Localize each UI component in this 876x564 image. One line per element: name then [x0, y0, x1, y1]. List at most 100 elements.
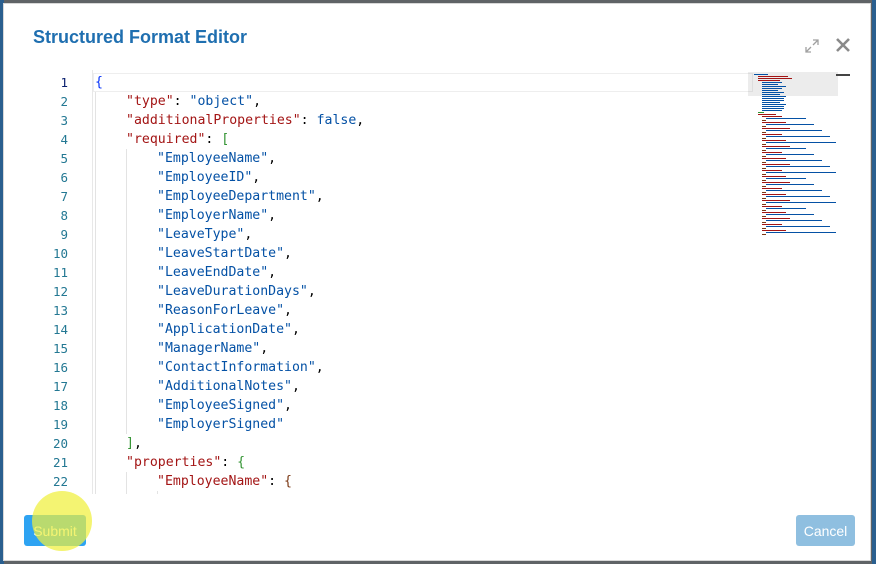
line-number: 11	[52, 265, 68, 280]
minimap-stroke	[766, 124, 814, 125]
minimap-stroke	[762, 218, 790, 219]
indent-guide	[95, 149, 96, 168]
minimap-stroke	[766, 142, 836, 143]
code-token: ,	[291, 379, 300, 394]
expand-icon[interactable]	[804, 38, 820, 54]
code-token: {	[95, 75, 103, 90]
code-token: ,	[356, 113, 365, 128]
structured-format-editor-dialog: Structured Format Editor 1 2 3 4 5 6 7 8 9 10 11 12…	[3, 3, 871, 561]
indent-guide	[126, 244, 127, 263]
indent-guide	[126, 206, 127, 225]
indent-guide	[95, 320, 96, 339]
line-number: 7	[60, 189, 68, 204]
line-number: 20	[52, 436, 68, 451]
minimap-stroke	[766, 220, 822, 221]
cancel-button[interactable]: Cancel	[796, 515, 855, 546]
minimap-stroke	[762, 206, 782, 207]
minimap-stroke	[762, 188, 782, 189]
indent-guide	[95, 168, 96, 187]
code-line: "LeaveDurationDays",	[157, 282, 316, 301]
vertical-scrollbar-thumb[interactable]	[836, 74, 850, 76]
code-line: ],	[126, 434, 142, 453]
close-icon[interactable]	[834, 36, 852, 54]
code-token: [	[221, 132, 230, 147]
code-line: "additionalProperties": false,	[126, 111, 364, 130]
indent-guide	[126, 149, 127, 168]
minimap-stroke	[762, 90, 778, 91]
indent-guide	[126, 415, 127, 434]
minimap-stroke	[754, 74, 768, 75]
code-line: "ManagerName",	[157, 339, 268, 358]
code-token: "string"	[252, 493, 316, 494]
code-token: ,	[315, 493, 323, 494]
indent-guide	[95, 187, 96, 206]
minimap-stroke	[762, 230, 786, 231]
minimap-stroke	[762, 110, 782, 111]
line-number-gutter: 1234567891011121314151617181920212223	[14, 70, 78, 494]
code-token: ,	[244, 227, 253, 242]
minimap-stroke	[762, 134, 782, 135]
minimap-stroke	[762, 128, 790, 129]
code-token: "object"	[189, 94, 254, 109]
minimap-stroke	[762, 146, 790, 147]
minimap-stroke	[762, 152, 782, 153]
code-token: :	[221, 455, 238, 470]
indent-guide	[95, 396, 96, 415]
minimap-stroke	[762, 156, 766, 157]
code-line: "required": [	[126, 130, 229, 149]
indent-guide	[95, 92, 96, 111]
code-line: "LeaveStartDate",	[157, 244, 292, 263]
code-editor[interactable]: 1234567891011121314151617181920212223 {"…	[14, 70, 836, 494]
code-line: "type": "object",	[126, 92, 261, 111]
code-token: {	[284, 474, 292, 489]
minimap-stroke	[762, 164, 790, 165]
code-token: ,	[260, 341, 269, 356]
line-number: 15	[52, 341, 68, 356]
line-number: 18	[52, 398, 68, 413]
code-token: "type"	[126, 94, 174, 109]
minimap-stroke	[766, 166, 830, 167]
indent-guide	[95, 206, 96, 225]
indent-guide	[126, 358, 127, 377]
minimap-stroke	[766, 232, 836, 233]
code-token: "EmployerName"	[157, 208, 269, 223]
minimap-stroke	[766, 160, 822, 161]
line-number: 3	[60, 113, 68, 128]
minimap[interactable]	[748, 72, 836, 242]
indent-guide	[126, 377, 127, 396]
indent-guide	[126, 472, 127, 491]
code-token: "EmployerSigned"	[157, 417, 285, 432]
code-token: ,	[284, 246, 292, 261]
code-token: "ContactInformation"	[157, 360, 316, 375]
minimap-stroke	[766, 190, 822, 191]
code-token: :	[236, 493, 252, 494]
indent-guide	[126, 168, 127, 187]
minimap-stroke	[766, 154, 814, 155]
code-token: ,	[284, 303, 292, 318]
minimap-stroke	[766, 178, 806, 179]
minimap-stroke	[766, 130, 822, 131]
minimap-stroke	[762, 182, 790, 183]
code-token: ,	[315, 360, 324, 375]
code-token: ,	[284, 398, 292, 413]
indent-guide	[95, 301, 96, 320]
line-number: 16	[52, 360, 68, 375]
minimap-stroke	[762, 102, 780, 103]
minimap-stroke	[762, 162, 766, 163]
code-area[interactable]: {"type": "object", "additionalProperties"…	[92, 70, 753, 494]
submit-button[interactable]: Submit	[24, 515, 86, 546]
minimap-stroke	[762, 200, 790, 201]
code-line: "properties": {	[126, 453, 245, 472]
code-token: ,	[268, 151, 277, 166]
indent-guide	[126, 320, 127, 339]
indent-guide	[95, 339, 96, 358]
minimap-stroke	[758, 76, 788, 77]
minimap-stroke	[762, 98, 784, 99]
minimap-stroke	[762, 122, 786, 123]
minimap-stroke	[762, 228, 766, 229]
code-line: "EmployerName",	[157, 206, 276, 225]
line-number: 6	[60, 170, 68, 185]
indent-guide	[95, 472, 96, 491]
minimap-stroke	[766, 172, 836, 173]
code-line: "LeaveEndDate",	[157, 263, 276, 282]
